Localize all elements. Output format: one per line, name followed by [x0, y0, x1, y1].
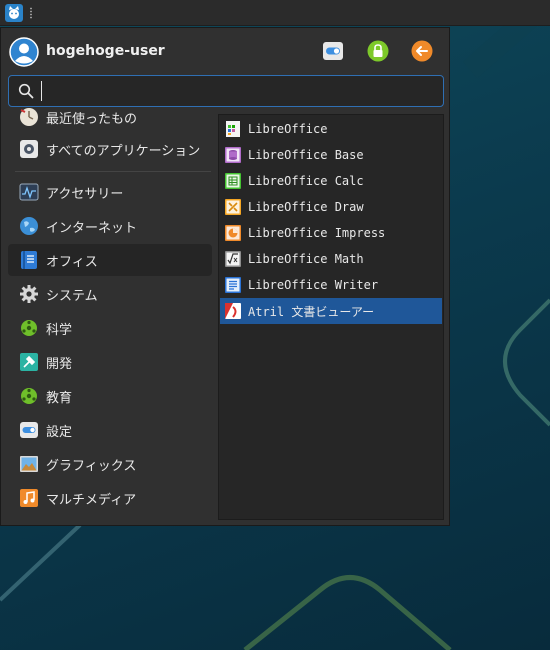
app-label: LibreOffice Calc: [248, 174, 364, 188]
libreoffice-math-icon: [225, 251, 241, 267]
libreoffice-impress-icon: [225, 225, 241, 241]
search-box[interactable]: [8, 75, 444, 107]
category-science[interactable]: 科学: [8, 312, 212, 344]
recent-icon: [20, 108, 38, 126]
username-label: hogehoge-user: [46, 43, 165, 59]
app-libreoffice[interactable]: LibreOffice: [220, 116, 442, 142]
internet-icon: [20, 217, 38, 235]
libreoffice-icon: [226, 121, 240, 137]
category-list: 最近使ったもの すべてのアプリケーション アクセサリー インターネット オフィス…: [1, 108, 217, 523]
libreoffice-base-icon: [225, 147, 241, 163]
category-label: すべてのアプリケーション: [46, 143, 201, 159]
category-label: 開発: [46, 356, 73, 372]
category-label: 教育: [46, 390, 73, 406]
whisker-menu-button[interactable]: [3, 2, 25, 24]
category-label: グラフィックス: [46, 458, 137, 474]
category-office[interactable]: オフィス: [8, 244, 212, 276]
category-settings[interactable]: 設定: [8, 414, 212, 446]
category-multimedia[interactable]: マルチメディア: [8, 482, 212, 514]
system-gear-icon: [20, 285, 38, 303]
app-label: LibreOffice Math: [248, 252, 364, 266]
logout-button[interactable]: [410, 39, 434, 63]
application-list: LibreOffice LibreOffice Base LibreOffice…: [218, 114, 444, 520]
panel-drag-handle[interactable]: [29, 6, 34, 19]
app-atril-document-viewer[interactable]: Atril 文書ビューアー: [220, 298, 442, 324]
category-label: システム: [46, 288, 98, 304]
app-libreoffice-calc[interactable]: LibreOffice Calc: [220, 168, 442, 194]
category-recent[interactable]: 最近使ったもの: [8, 108, 212, 133]
settings-manager-button[interactable]: [321, 39, 345, 63]
settings-icon: [20, 422, 38, 438]
app-libreoffice-writer[interactable]: LibreOffice Writer: [220, 272, 442, 298]
app-libreoffice-draw[interactable]: LibreOffice Draw: [220, 194, 442, 220]
science-icon: [21, 320, 37, 336]
accessories-icon: [19, 183, 39, 201]
category-label: マルチメディア: [46, 492, 137, 508]
app-label: LibreOffice Draw: [248, 200, 364, 214]
lock-screen-button[interactable]: [366, 39, 390, 63]
libreoffice-writer-icon: [225, 277, 241, 293]
app-libreoffice-math[interactable]: LibreOffice Math: [220, 246, 442, 272]
development-icon: [20, 353, 38, 371]
app-label: LibreOffice Base: [248, 148, 364, 162]
settings-toggle-icon: [323, 42, 343, 60]
category-education[interactable]: 教育: [8, 380, 212, 412]
top-panel: [0, 0, 550, 26]
whisker-menu: hogehoge-user 最近使ったもの すべてのアプリケーション アクセサリ…: [0, 27, 450, 526]
category-label: 科学: [46, 322, 73, 338]
category-accessories[interactable]: アクセサリー: [8, 176, 212, 208]
all-apps-icon: [20, 140, 38, 158]
app-label: LibreOffice: [248, 122, 328, 136]
category-label: オフィス: [46, 254, 98, 270]
category-development[interactable]: 開発: [8, 346, 212, 378]
graphics-icon: [20, 456, 38, 472]
category-graphics[interactable]: グラフィックス: [8, 448, 212, 480]
libreoffice-calc-icon: [225, 173, 241, 189]
category-label: アクセサリー: [46, 186, 124, 202]
app-label: LibreOffice Writer: [248, 278, 379, 292]
office-icon: [21, 251, 37, 269]
logout-icon: [411, 40, 433, 62]
search-icon: [18, 83, 34, 99]
education-icon: [21, 388, 37, 404]
category-separator: [15, 171, 211, 172]
category-system[interactable]: システム: [8, 278, 212, 310]
category-label: 設定: [46, 424, 73, 440]
category-label: 最近使ったもの: [46, 111, 138, 127]
whisker-menu-icon: [5, 3, 23, 22]
menu-header: hogehoge-user: [1, 28, 449, 74]
app-libreoffice-impress[interactable]: LibreOffice Impress: [220, 220, 442, 246]
atril-document-viewer-icon: [225, 303, 241, 319]
app-label: LibreOffice Impress: [248, 226, 386, 240]
category-all-applications[interactable]: すべてのアプリケーション: [8, 133, 212, 165]
app-libreoffice-base[interactable]: LibreOffice Base: [220, 142, 442, 168]
libreoffice-draw-icon: [225, 199, 241, 215]
lock-icon: [367, 40, 389, 62]
search-input[interactable]: [41, 81, 421, 101]
multimedia-icon: [20, 489, 38, 507]
app-label: Atril 文書ビューアー: [248, 304, 375, 319]
category-label: インターネット: [46, 220, 138, 236]
user-avatar-icon: [9, 37, 39, 67]
category-internet[interactable]: インターネット: [8, 210, 212, 242]
